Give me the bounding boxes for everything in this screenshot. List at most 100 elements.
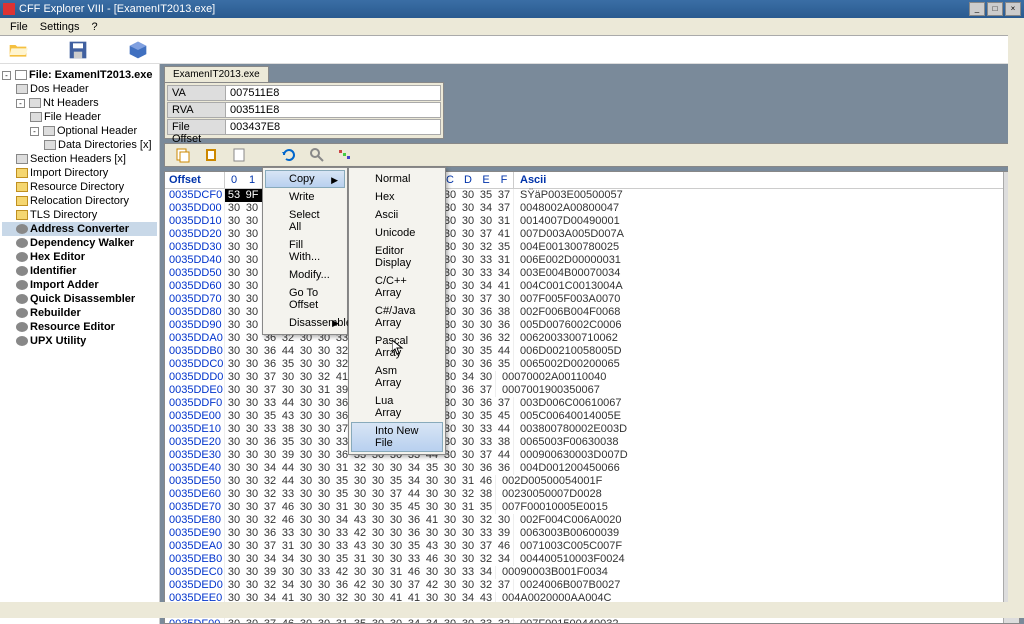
hex-byte[interactable]: 30 [459, 410, 477, 423]
hex-byte[interactable]: 30 [243, 397, 261, 410]
hex-byte[interactable]: 34 [279, 579, 297, 592]
hex-byte[interactable]: 30 [477, 215, 495, 228]
hex-byte[interactable]: 35 [333, 488, 351, 501]
hex-byte[interactable]: 30 [225, 540, 243, 553]
hex-byte[interactable]: 30 [351, 488, 369, 501]
hex-byte[interactable]: 37 [495, 579, 513, 592]
hex-byte[interactable]: 30 [243, 579, 261, 592]
hex-byte[interactable]: 30 [225, 267, 243, 280]
hex-byte[interactable]: 30 [459, 306, 477, 319]
hex-byte[interactable]: 30 [243, 501, 261, 514]
hex-byte[interactable]: 30 [459, 514, 477, 527]
hex-byte[interactable]: 35 [387, 501, 405, 514]
hex-ascii[interactable]: 00230050007D0028 [496, 488, 608, 501]
open-icon[interactable] [8, 40, 28, 60]
hex-byte[interactable]: 35 [495, 358, 513, 371]
hex-byte[interactable]: 37 [477, 293, 495, 306]
hex-byte[interactable]: 37 [495, 189, 513, 202]
hex-byte[interactable]: 33 [333, 527, 351, 540]
hex-byte[interactable]: 43 [279, 410, 297, 423]
hex-row[interactable]: 0035DEA030303731303033433030354330303746… [165, 540, 1019, 553]
hex-byte[interactable]: 46 [495, 540, 513, 553]
hex-byte[interactable]: 30 [243, 423, 261, 436]
hex-byte[interactable]: 34 [495, 267, 513, 280]
hex-ascii[interactable]: 0007001900350067 [496, 384, 606, 397]
hex-byte[interactable]: 30 [423, 527, 441, 540]
menu-settings[interactable]: Settings [34, 21, 86, 33]
hex-ascii[interactable]: 0071003C005C007F [514, 540, 628, 553]
hex-byte[interactable]: 35 [387, 475, 405, 488]
hex-byte[interactable]: 30 [459, 462, 477, 475]
hex-byte[interactable]: 44 [279, 345, 297, 358]
hex-byte[interactable]: 30 [351, 566, 369, 579]
hex-byte[interactable]: 30 [369, 527, 387, 540]
hex-byte[interactable]: 37 [261, 371, 279, 384]
hex-ascii[interactable]: 0063003B00600039 [514, 527, 625, 540]
hex-byte[interactable]: 32 [261, 579, 279, 592]
hex-byte[interactable]: 30 [315, 397, 333, 410]
hex-byte[interactable]: 35 [477, 410, 495, 423]
hex-byte[interactable]: 30 [441, 618, 459, 624]
hex-ascii[interactable]: 00070002A00110040 [496, 371, 612, 384]
hex-byte[interactable]: 30 [243, 462, 261, 475]
hex-byte[interactable]: 39 [279, 449, 297, 462]
hex-row[interactable]: 0035DE3030303039303036333030334430303744… [165, 449, 1019, 462]
hex-byte[interactable]: 30 [243, 306, 261, 319]
hex-ascii[interactable]: 003E004B00070034 [514, 267, 626, 280]
hex-byte[interactable]: 36 [477, 306, 495, 319]
hex-row[interactable]: 0035DDE030303730303139303033353030363700… [165, 384, 1019, 397]
hex-byte[interactable]: 30 [441, 514, 459, 527]
hex-byte[interactable]: 34 [261, 553, 279, 566]
hex-byte[interactable]: 30 [369, 579, 387, 592]
hex-byte[interactable]: 34 [405, 462, 423, 475]
hex-byte[interactable]: 30 [441, 488, 459, 501]
hex-row[interactable]: 0035DE9030303633303033423030363030303339… [165, 527, 1019, 540]
hex-byte[interactable]: 35 [261, 410, 279, 423]
hex-byte[interactable]: 30 [243, 475, 261, 488]
hex-byte[interactable]: 30 [243, 280, 261, 293]
hex-byte[interactable]: 36 [477, 332, 495, 345]
hex-byte[interactable]: 45 [495, 410, 513, 423]
hex-ascii[interactable]: 0014007D00490001 [514, 215, 626, 228]
hex-byte[interactable]: 30 [243, 566, 261, 579]
ctx-copy-editor-display[interactable]: Editor Display [351, 242, 443, 272]
hex-byte[interactable]: 35 [333, 475, 351, 488]
hex-byte[interactable]: 30 [369, 514, 387, 527]
hex-row[interactable]: 0035DDC030303635303032443030323030303635… [165, 358, 1019, 371]
hex-byte[interactable]: 44 [495, 345, 513, 358]
hex-byte[interactable]: 30 [297, 501, 315, 514]
hex-byte[interactable]: 30 [279, 371, 297, 384]
hex-byte[interactable]: 30 [459, 228, 477, 241]
hex-byte[interactable]: 34 [477, 202, 495, 215]
hex-byte[interactable]: 30 [243, 553, 261, 566]
hex-byte[interactable]: 30 [279, 566, 297, 579]
hex-byte[interactable]: 30 [243, 514, 261, 527]
hex-byte[interactable]: 30 [441, 462, 459, 475]
hex-row[interactable]: 0035DE6030303233303035303037443030323800… [165, 488, 1019, 501]
hex-byte[interactable]: 38 [279, 423, 297, 436]
hex-byte[interactable]: 30 [477, 319, 495, 332]
hex-byte[interactable]: 30 [315, 449, 333, 462]
hex-byte[interactable]: 30 [369, 462, 387, 475]
hex-byte[interactable]: 46 [279, 514, 297, 527]
tree-data-directories[interactable]: Data Directories [x] [2, 138, 157, 152]
hex-ascii[interactable]: 007F00010005E0015 [496, 501, 614, 514]
hex-byte[interactable]: 30 [297, 462, 315, 475]
hex-byte[interactable]: 31 [387, 566, 405, 579]
hex-byte[interactable]: 30 [243, 540, 261, 553]
hex-byte[interactable]: 32 [495, 332, 513, 345]
tree-section-headers[interactable]: Section Headers [x] [2, 152, 157, 166]
tree-address-converter[interactable]: Address Converter [2, 222, 157, 236]
hex-byte[interactable]: 30 [225, 501, 243, 514]
window-scrollbar-h[interactable] [0, 602, 1008, 618]
hex-byte[interactable]: 30 [459, 436, 477, 449]
hex-byte[interactable]: 37 [477, 384, 495, 397]
tree-resource-editor[interactable]: Resource Editor [2, 320, 157, 334]
hex-byte[interactable]: 36 [261, 527, 279, 540]
hex-byte[interactable]: 30 [225, 228, 243, 241]
hex-byte[interactable]: 34 [261, 462, 279, 475]
hex-byte[interactable]: 30 [225, 423, 243, 436]
hex-ascii[interactable]: 000900630003D007D [514, 449, 634, 462]
hex-byte[interactable]: 43 [423, 540, 441, 553]
hex-byte[interactable]: 30 [369, 540, 387, 553]
